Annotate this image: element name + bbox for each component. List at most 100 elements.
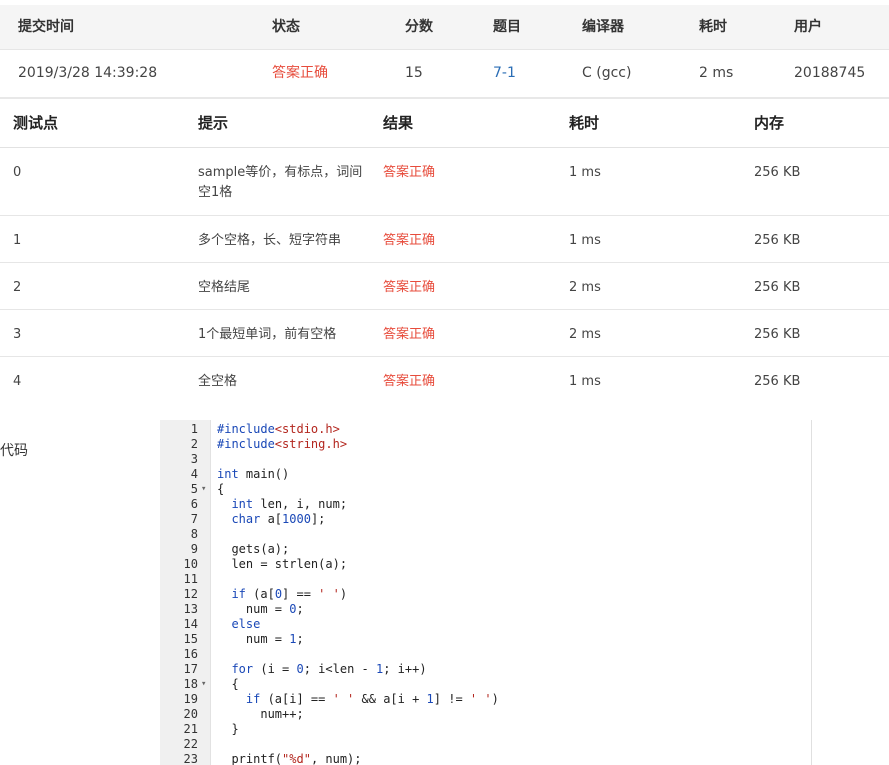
header-hint: 提示 xyxy=(198,114,229,132)
line-number: 14 xyxy=(183,617,198,631)
line-number: 5 xyxy=(190,482,198,496)
case-hint: 1个最短单词，前有空格 xyxy=(198,327,337,342)
code-line: 1 #include<stdio.h> xyxy=(160,422,811,437)
code-text: int len, i, num; xyxy=(231,497,348,511)
test-case-header-row: 测试点 提示 结果 耗时 内存 xyxy=(0,100,889,148)
line-number: 11 xyxy=(183,572,198,586)
case-time: 2 ms xyxy=(569,327,601,342)
case-time: 1 ms xyxy=(569,165,601,180)
code-text: if (a[0] == ' ') xyxy=(231,587,348,601)
fold-toggle-icon[interactable]: ▾ xyxy=(201,482,206,497)
code-text: printf("%d", num); xyxy=(217,752,362,765)
case-result: 答案正确 xyxy=(383,327,436,342)
case-memory: 256 KB xyxy=(754,374,801,389)
code-line: 15 num = 1; xyxy=(160,632,811,647)
case-id: 2 xyxy=(13,280,22,295)
header-case-time: 耗时 xyxy=(569,114,600,132)
code-line: 5 ▾ { xyxy=(160,482,811,497)
code-text: num++; xyxy=(217,707,304,721)
code-line: 23 printf("%d", num); xyxy=(160,752,811,765)
code-line: 20 num++; xyxy=(160,707,811,722)
case-id: 4 xyxy=(13,374,22,389)
line-number: 16 xyxy=(183,647,198,661)
header-case-id: 测试点 xyxy=(13,114,59,132)
code-line: 13 num = 0; xyxy=(160,602,811,617)
header-submit-time: 提交时间 xyxy=(18,19,74,35)
code-line: 7 char a[1000]; xyxy=(160,512,811,527)
case-memory: 256 KB xyxy=(754,327,801,342)
test-case-row: 3 1个最短单词，前有空格 答案正确 2 ms 256 KB xyxy=(0,310,889,357)
code-line: 2 #include<string.h> xyxy=(160,437,811,452)
compiler-value: C (gcc) xyxy=(582,65,632,81)
code-line: 6 int len, i, num; xyxy=(160,497,811,512)
line-number: 4 xyxy=(190,467,198,481)
code-text: if (a[i] == ' ' && a[i + 1] != ' ') xyxy=(245,692,499,706)
line-number: 12 xyxy=(183,587,198,601)
code-line: 12 if (a[0] == ' ') xyxy=(160,587,811,602)
status-accepted[interactable]: 答案正确 xyxy=(272,50,328,97)
code-text: len = strlen(a); xyxy=(217,557,348,571)
code-text: num = 0; xyxy=(217,602,304,616)
code-line: 3 xyxy=(160,452,811,467)
case-time: 1 ms xyxy=(569,233,601,248)
case-result: 答案正确 xyxy=(383,233,436,248)
line-number: 22 xyxy=(183,737,198,751)
case-memory: 256 KB xyxy=(754,280,801,295)
code-section-label: 代码 xyxy=(0,443,28,459)
case-result: 答案正确 xyxy=(383,374,436,389)
code-text: char a[1000]; xyxy=(231,512,326,526)
line-number: 20 xyxy=(183,707,198,721)
line-number: 23 xyxy=(183,752,198,765)
submission-summary-table: 提交时间 状态 分数 题目 编译器 耗时 用户 2019/3/28 14:39:… xyxy=(0,5,889,99)
code-line: 21 } xyxy=(160,722,811,737)
line-number: 19 xyxy=(183,692,198,706)
line-number: 8 xyxy=(190,527,198,541)
header-compiler: 编译器 xyxy=(582,19,624,35)
user-id: 20188745 xyxy=(794,65,866,81)
code-line: 10 len = strlen(a); xyxy=(160,557,811,572)
code-text: } xyxy=(217,722,239,736)
code-line: 19 if (a[i] == ' ' && a[i + 1] != ' ') xyxy=(160,692,811,707)
line-number: 17 xyxy=(183,662,198,676)
header-elapsed: 耗时 xyxy=(699,19,727,35)
case-hint: 空格结尾 xyxy=(198,280,251,295)
code-text: else xyxy=(231,617,261,631)
code-text: num = 1; xyxy=(217,632,304,646)
case-hint: 全空格 xyxy=(198,374,238,389)
case-hint: 多个空格，长、短字符串 xyxy=(198,233,342,248)
code-line: 16 xyxy=(160,647,811,662)
case-time: 2 ms xyxy=(569,280,601,295)
case-time: 1 ms xyxy=(569,374,601,389)
code-text: gets(a); xyxy=(217,542,290,556)
header-user: 用户 xyxy=(794,19,822,35)
test-case-table: 测试点 提示 结果 耗时 内存 0 sample等价，有标点，词间空1格 答案正… xyxy=(0,100,889,403)
line-number: 10 xyxy=(183,557,198,571)
code-text: #include<stdio.h> xyxy=(217,422,340,436)
line-number: 3 xyxy=(190,452,198,466)
line-number: 7 xyxy=(190,512,198,526)
line-number: 2 xyxy=(190,437,198,451)
case-id: 3 xyxy=(13,327,22,342)
code-text: #include<string.h> xyxy=(217,437,348,451)
case-memory: 256 KB xyxy=(754,233,801,248)
line-number: 18 xyxy=(183,677,198,691)
score-value: 15 xyxy=(405,65,423,81)
test-case-row: 2 空格结尾 答案正确 2 ms 256 KB xyxy=(0,263,889,310)
code-text: int main() xyxy=(217,467,290,481)
problem-link[interactable]: 7-1 xyxy=(493,50,516,97)
header-result: 结果 xyxy=(383,114,414,132)
line-number: 15 xyxy=(183,632,198,646)
code-line: 18 ▾ { xyxy=(160,677,811,692)
code-line: 17 for (i = 0; i<len - 1; i++) xyxy=(160,662,811,677)
code-line: 14 else xyxy=(160,617,811,632)
fold-toggle-icon[interactable]: ▾ xyxy=(201,677,206,692)
code-viewer[interactable]: 1 #include<stdio.h> 2 #include<string.h> 3 4 i… xyxy=(160,420,812,765)
code-line: 8 xyxy=(160,527,811,542)
elapsed-value: 2 ms xyxy=(699,65,734,81)
submit-time: 2019/3/28 14:39:28 xyxy=(18,65,158,81)
test-case-row: 0 sample等价，有标点，词间空1格 答案正确 1 ms 256 KB xyxy=(0,148,889,216)
case-memory: 256 KB xyxy=(754,165,801,180)
code-line: 9 gets(a); xyxy=(160,542,811,557)
header-score: 分数 xyxy=(405,19,433,35)
line-number: 6 xyxy=(190,497,198,511)
